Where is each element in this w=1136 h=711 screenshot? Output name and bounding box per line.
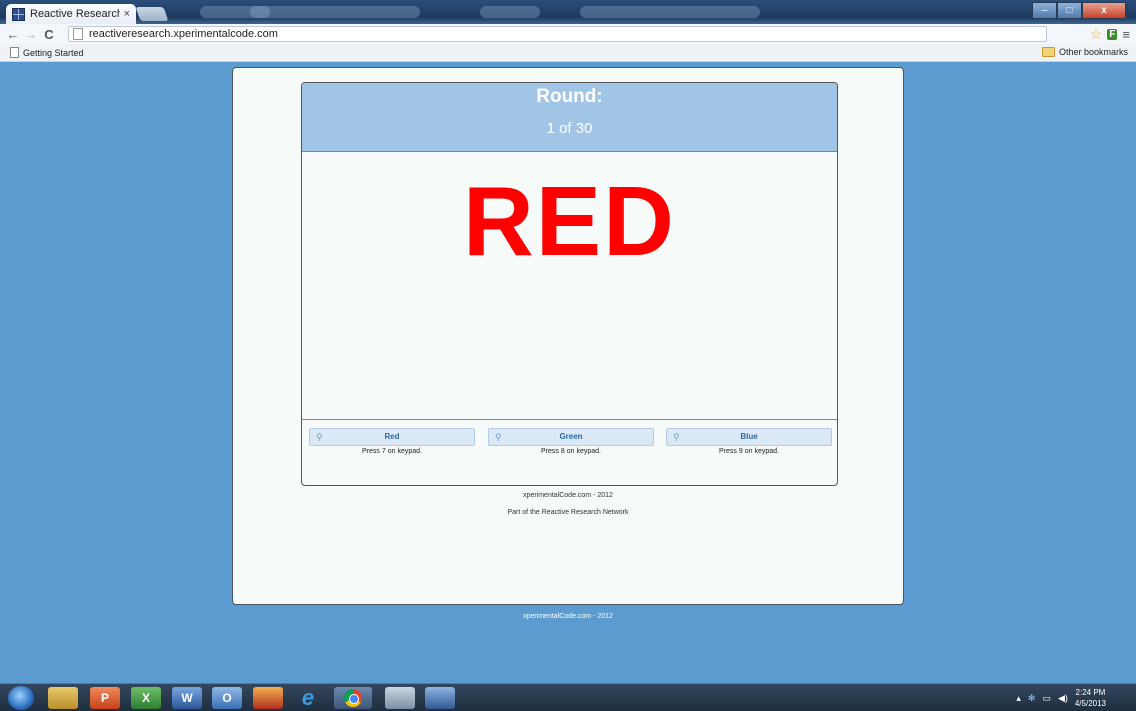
back-arrow-icon[interactable]: ← [4, 27, 22, 42]
show-hidden-icons-icon[interactable]: ▴ [1016, 693, 1021, 704]
bookmark-label: Getting Started [23, 47, 84, 58]
word-icon[interactable]: W [172, 687, 202, 709]
tab-title: Reactive Research v1.0 [30, 8, 120, 20]
game-panel: Round: 1 of 30 RED ⚲ Red Press 7 on keyp… [301, 82, 838, 486]
folder-icon [1041, 47, 1055, 57]
internet-explorer-icon[interactable]: e [293, 685, 323, 710]
menu-icon[interactable]: ≡ [1122, 27, 1130, 42]
clock-time: 2:24 PM [1075, 688, 1106, 697]
paint-icon[interactable] [253, 687, 283, 709]
titlebar-background-blur [250, 6, 420, 18]
lightbulb-icon: ⚲ [316, 432, 323, 442]
titlebar-background-blur [580, 6, 760, 18]
answer-label: Blue [740, 432, 758, 441]
footer-copyright: xperimentalCode.com - 2012 [523, 492, 613, 499]
lightbulb-icon: ⚲ [673, 432, 680, 442]
other-bookmarks-folder[interactable]: Other bookmarks [1041, 47, 1128, 57]
minimize-button[interactable]: – [1032, 2, 1057, 19]
answer-button-green[interactable]: ⚲ Green [488, 428, 654, 446]
extension-icon[interactable]: F [1107, 29, 1118, 40]
page-icon [10, 47, 19, 58]
browser-toolbar: ← → C reactiveresearch.xperimentalcode.c… [0, 24, 1136, 44]
titlebar-background-blur [480, 6, 540, 18]
url-text: reactiveresearch.xperimentalcode.com [89, 28, 278, 40]
page-icon [73, 28, 83, 40]
answer-options: ⚲ Red Press 7 on keypad. ⚲ Green Press 8… [302, 419, 837, 485]
file-explorer-icon[interactable] [48, 687, 78, 709]
outlook-icon[interactable]: O [212, 687, 242, 709]
answer-label: Red [384, 432, 400, 441]
answer-hint: Press 9 on keypad. [719, 448, 779, 455]
outer-footer-copyright: xperimentalCode.com - 2012 [523, 613, 613, 620]
system-tray: ▴ ✻ ▭ ◀) 2:24 PM 4/5/2013 [1016, 687, 1106, 709]
window-controls: – □ x [1032, 2, 1126, 19]
answer-button-red[interactable]: ⚲ Red [309, 428, 475, 446]
close-button[interactable]: x [1082, 2, 1126, 19]
reload-icon[interactable]: C [40, 27, 58, 42]
answer-button-blue[interactable]: ⚲ Blue [666, 428, 832, 446]
excel-icon[interactable]: X [131, 687, 161, 709]
answer-hint: Press 7 on keypad. [362, 448, 422, 455]
dropbox-icon[interactable]: ✻ [1028, 693, 1036, 704]
bookmark-getting-started[interactable]: Getting Started [10, 47, 84, 58]
address-bar[interactable]: reactiveresearch.xperimentalcode.com [68, 26, 1047, 42]
stimulus-word: RED [463, 166, 676, 276]
round-label: Round: [536, 86, 603, 107]
clock[interactable]: 2:24 PM 4/5/2013 [1075, 687, 1106, 709]
round-counter: 1 of 30 [546, 120, 593, 137]
new-tab-button[interactable] [135, 7, 169, 21]
start-button[interactable] [8, 686, 34, 710]
tab-close-icon[interactable]: × [124, 8, 130, 20]
network-icon[interactable]: ▭ [1042, 693, 1051, 704]
bookmark-label: Other bookmarks [1058, 47, 1128, 57]
volume-icon[interactable]: ◀) [1058, 693, 1068, 704]
answer-hint: Press 8 on keypad. [541, 448, 601, 455]
snipping-tool-icon[interactable] [425, 687, 455, 709]
tab-favicon-icon [12, 7, 25, 21]
powerpoint-icon[interactable]: P [90, 687, 120, 709]
maximize-button[interactable]: □ [1057, 2, 1082, 19]
browser-titlebar: Reactive Research v1.0 × – □ x [0, 0, 1136, 24]
answer-label: Green [559, 432, 583, 441]
lightbulb-icon: ⚲ [495, 432, 502, 442]
footer-network: Part of the Reactive Research Network [507, 509, 629, 516]
round-header: Round: 1 of 30 [302, 83, 837, 152]
stimulus-area: RED [302, 152, 837, 419]
answer-option-blue: ⚲ Blue Press 9 on keypad. [666, 428, 832, 455]
forward-arrow-icon[interactable]: → [22, 27, 40, 42]
bookmark-star-icon[interactable]: ☆ [1090, 26, 1103, 43]
answer-option-red: ⚲ Red Press 7 on keypad. [309, 428, 475, 455]
calculator-icon[interactable] [385, 687, 415, 709]
clock-date: 4/5/2013 [1074, 699, 1106, 708]
answer-option-green: ⚲ Green Press 8 on keypad. [488, 428, 654, 455]
browser-tab[interactable]: Reactive Research v1.0 × [6, 4, 136, 24]
page-card: Round: 1 of 30 RED ⚲ Red Press 7 on keyp… [232, 67, 904, 605]
chrome-icon[interactable] [334, 687, 372, 709]
windows-taskbar: P X W O e ▴ ✻ ▭ ◀) 2:24 PM 4/5/2013 [0, 683, 1136, 711]
bookmarks-bar: Getting Started Other bookmarks [0, 44, 1136, 62]
